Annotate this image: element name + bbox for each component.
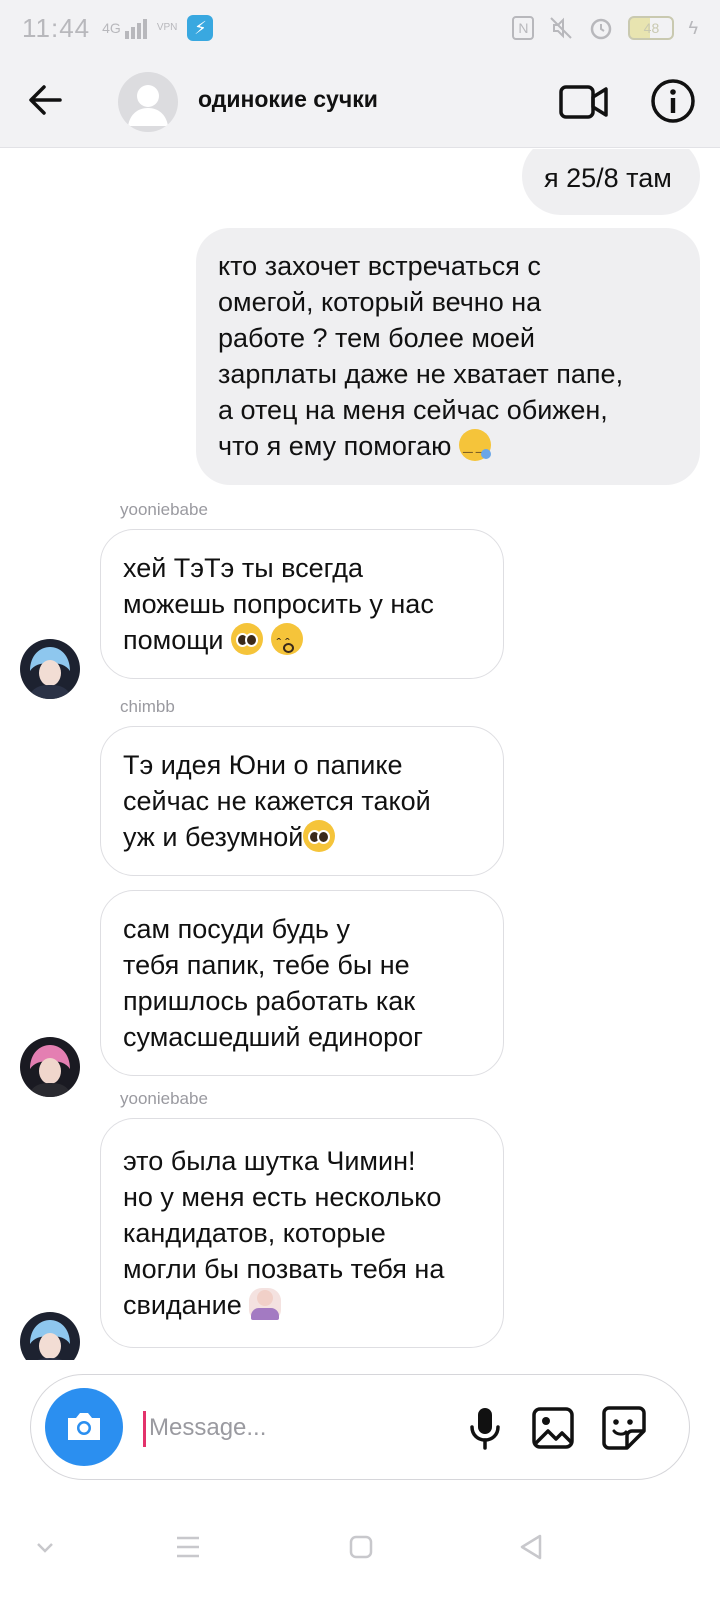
message-text: омегой, который вечно на xyxy=(218,287,542,317)
signal-icon xyxy=(124,17,147,39)
arrow-left-icon[interactable] xyxy=(24,78,68,122)
camera-icon xyxy=(68,1413,100,1440)
message-thread[interactable]: я 25/8 там кто захочет встречаться с оме… xyxy=(0,149,720,1360)
avatar-photo xyxy=(20,1312,80,1360)
vpn-icon: VPN xyxy=(157,23,178,33)
avatar-photo xyxy=(20,639,80,699)
received-message-bubble[interactable]: Тэ идея Юни о папике сейчас не кажется т… xyxy=(100,726,504,876)
sender-name: chimbb xyxy=(120,697,175,716)
video-camera-icon[interactable] xyxy=(558,80,610,124)
message-text: я 25/8 там xyxy=(544,163,672,193)
chat-header: одинокие сучки xyxy=(0,56,720,148)
message-composer xyxy=(30,1374,690,1480)
participant-avatar-chimbb[interactable] xyxy=(20,1037,80,1097)
group-avatar[interactable] xyxy=(118,72,178,132)
sleepy-face-emoji-icon xyxy=(458,429,491,471)
system-navigation-bar xyxy=(0,1500,720,1600)
sent-message-bubble[interactable]: я 25/8 там xyxy=(522,149,700,215)
text-cursor xyxy=(143,1411,146,1447)
chat-title[interactable]: одинокие сучки xyxy=(198,86,378,113)
message-text: сейчас не кажется такой xyxy=(123,786,431,816)
message-text: уж и безумной xyxy=(123,822,304,852)
kissing-face-emoji-icon xyxy=(270,623,303,661)
telegram-x-icon: ⚡ xyxy=(187,15,214,41)
charging-icon: ϟ xyxy=(688,17,698,38)
menu-icon[interactable] xyxy=(174,1534,202,1560)
network-type-label: 4G xyxy=(102,20,121,36)
gallery-icon[interactable] xyxy=(531,1405,575,1451)
message-input[interactable] xyxy=(149,1408,449,1448)
sticker-icon[interactable] xyxy=(601,1405,647,1451)
camera-button[interactable] xyxy=(45,1388,123,1466)
message-text: а отец на меня сейчас обижен, xyxy=(218,395,608,425)
message-text: кандидатов, которые xyxy=(123,1218,386,1248)
message-text: что я ему помогаю xyxy=(218,431,452,461)
received-message-bubble[interactable]: хей ТэТэ ты всегда можешь попросить у на… xyxy=(100,529,504,679)
received-message-bubble[interactable]: сам посуди будь у тебя папик, тебе бы не… xyxy=(100,890,504,1076)
person-bowing-emoji-icon xyxy=(249,1288,282,1320)
sender-name: yooniebabe xyxy=(120,1089,208,1108)
alarm-icon xyxy=(591,18,612,40)
avatar-photo xyxy=(20,1037,80,1097)
message-text: свидание xyxy=(123,1290,242,1320)
sender-name: yooniebabe xyxy=(120,500,208,519)
message-text: зарплаты даже не хватает папе, xyxy=(218,359,624,389)
message-text-with-emoji: помощи xyxy=(123,622,481,661)
microphone-icon[interactable] xyxy=(463,1405,507,1451)
default-avatar-icon xyxy=(128,85,168,126)
message-text-with-emoji: что я ему помогаю xyxy=(218,428,678,471)
message-text: могли бы позвать тебя на xyxy=(123,1254,445,1284)
pleading-face-emoji-icon xyxy=(303,820,336,852)
message-text: хей ТэТэ ты всегда xyxy=(123,553,364,583)
status-bar: 11:44 4G VPN ⚡ N 48 ϟ xyxy=(0,0,720,56)
vpn-label: VPN xyxy=(156,22,178,33)
message-text: работе ? тем более моей xyxy=(218,323,536,353)
message-text: кто захочет встречаться с xyxy=(218,251,541,281)
battery-icon: 48 xyxy=(628,16,675,40)
message-text: Тэ идея Юни о папике xyxy=(123,750,403,780)
battery-level: 48 xyxy=(643,20,660,36)
nfc-icon: N xyxy=(512,16,535,40)
participant-avatar-yooniebabe[interactable] xyxy=(20,1312,80,1360)
pleading-face-emoji-icon xyxy=(231,623,264,655)
chevron-down-icon[interactable] xyxy=(34,1536,56,1558)
home-icon[interactable] xyxy=(348,1534,374,1560)
message-text: сумасшедший единорог xyxy=(123,1022,424,1052)
message-text: помощи xyxy=(123,625,224,655)
message-text-with-emoji: уж и безумной xyxy=(123,819,481,855)
participant-avatar-yooniebabe[interactable] xyxy=(20,639,80,699)
received-message-bubble[interactable]: это была шутка Чимин! но у меня есть нес… xyxy=(100,1118,504,1348)
sent-message-bubble[interactable]: кто захочет встречаться с омегой, которы… xyxy=(196,228,700,485)
info-icon[interactable] xyxy=(650,78,696,124)
message-text: это была шутка Чимин! xyxy=(123,1146,416,1176)
message-text: тебя папик, тебе бы не xyxy=(123,950,410,980)
message-text: но у меня есть несколько xyxy=(123,1182,442,1212)
message-text: пришлось работать как xyxy=(123,986,416,1016)
status-time: 11:44 xyxy=(22,12,91,43)
message-text-with-emoji: свидание xyxy=(123,1287,481,1323)
back-triangle-icon[interactable] xyxy=(516,1532,546,1562)
message-text: сам посуди будь у xyxy=(123,914,350,944)
mute-icon xyxy=(550,17,573,39)
message-text: можешь попросить у нас xyxy=(123,589,434,619)
